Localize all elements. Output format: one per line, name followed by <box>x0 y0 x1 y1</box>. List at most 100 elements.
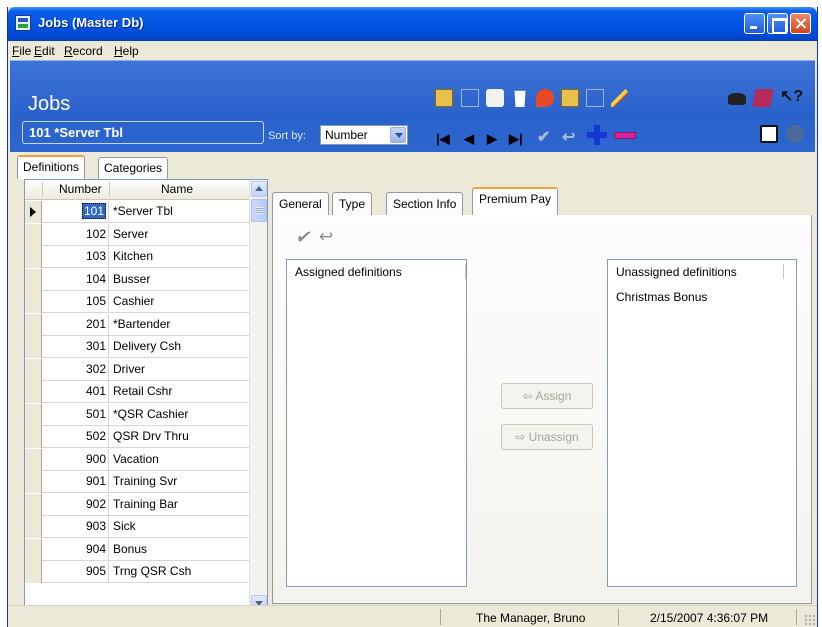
menu-file[interactable]: File <box>12 44 31 58</box>
cell-number[interactable]: 102 <box>43 223 109 246</box>
table-row[interactable]: 501 *QSR Cashier <box>25 403 249 426</box>
copy-record-icon[interactable] <box>461 89 479 107</box>
screen-icon[interactable] <box>760 125 778 143</box>
row-selector[interactable] <box>25 426 42 448</box>
app-icon[interactable] <box>15 15 31 31</box>
cell-number[interactable]: 501 <box>43 403 109 426</box>
previous-record-icon[interactable]: ◀ <box>464 131 474 147</box>
maximize-button[interactable] <box>767 13 788 34</box>
cell-name[interactable]: Busser <box>113 272 150 286</box>
row-selector[interactable] <box>25 538 42 561</box>
unassign-button[interactable]: ⇨ Unassign <box>501 424 593 450</box>
binoculars-icon[interactable] <box>728 93 746 105</box>
cell-number[interactable]: 903 <box>43 516 109 538</box>
undo-icon[interactable]: ↩ <box>319 227 333 247</box>
cell-name[interactable]: *Server Tbl <box>113 204 173 218</box>
next-record-icon[interactable]: ▶ <box>487 131 497 147</box>
cell-number[interactable]: 904 <box>43 538 109 561</box>
tab-premium-pay[interactable]: Premium Pay <box>472 187 559 216</box>
tab-categories[interactable]: Categories <box>98 157 169 179</box>
row-selector[interactable] <box>25 471 42 493</box>
cell-number[interactable]: 105 <box>43 291 109 313</box>
table-row[interactable]: 201 *Bartender <box>25 313 249 336</box>
row-selector[interactable] <box>25 448 42 471</box>
table-row[interactable]: 502 QSR Drv Thru <box>25 426 249 448</box>
cell-number[interactable]: 302 <box>43 358 109 381</box>
row-selector[interactable] <box>25 493 42 516</box>
cell-name[interactable]: Sick <box>113 519 136 533</box>
row-selector[interactable] <box>25 201 42 223</box>
row-selector[interactable] <box>25 336 42 358</box>
cell-name[interactable]: Server <box>113 227 148 241</box>
sort-select[interactable]: Number <box>320 125 408 145</box>
resize-grip[interactable] <box>804 614 815 625</box>
list-item[interactable]: Christmas Bonus <box>616 290 707 304</box>
cell-number[interactable]: 902 <box>43 493 109 516</box>
table-row[interactable]: 904 Bonus <box>25 538 249 561</box>
row-selector[interactable] <box>25 246 42 268</box>
delete-record-icon[interactable] <box>614 132 636 139</box>
book-icon[interactable] <box>752 89 774 107</box>
last-record-icon[interactable]: ▶| <box>509 131 523 147</box>
grid-scrollbar[interactable] <box>249 180 267 612</box>
cell-name[interactable]: *QSR Cashier <box>113 407 188 421</box>
assign-button[interactable]: ⇦ Assign <box>501 383 593 409</box>
cell-number[interactable]: 502 <box>43 426 109 448</box>
check-icon[interactable]: ✔ <box>537 127 550 147</box>
undo-icon[interactable]: ↩ <box>562 127 575 147</box>
document-disabled-icon[interactable] <box>586 89 604 107</box>
tab-definitions[interactable]: Definitions <box>17 155 86 179</box>
cell-name[interactable]: QSR Drv Thru <box>113 429 189 443</box>
menu-record[interactable]: Record <box>64 44 103 58</box>
row-selector[interactable] <box>25 358 42 381</box>
tab-type[interactable]: Type <box>332 192 373 216</box>
column-number[interactable]: Number <box>59 182 102 196</box>
cell-number[interactable]: 401 <box>43 381 109 403</box>
cell-name[interactable]: Bonus <box>113 542 147 556</box>
cell-name[interactable]: Vacation <box>113 452 159 466</box>
cell-name[interactable]: Kitchen <box>113 249 153 263</box>
row-selector[interactable] <box>25 268 42 291</box>
column-name[interactable]: Name <box>161 182 193 196</box>
cell-number[interactable]: 104 <box>43 268 109 291</box>
table-row[interactable]: 103 Kitchen <box>25 246 249 268</box>
help-pointer-icon[interactable]: ↖? <box>780 86 803 105</box>
chevron-down-icon[interactable] <box>390 127 406 143</box>
cell-number[interactable]: 900 <box>43 448 109 471</box>
menu-edit[interactable]: Edit <box>34 44 55 58</box>
row-selector[interactable] <box>25 381 42 403</box>
row-selector[interactable] <box>25 516 42 538</box>
table-row[interactable]: 401 Retail Cshr <box>25 381 249 403</box>
cell-name[interactable]: *Bartender <box>113 317 170 331</box>
row-selector[interactable] <box>25 403 42 426</box>
cell-number[interactable]: 301 <box>43 336 109 358</box>
row-selector[interactable] <box>25 291 42 313</box>
cell-number[interactable]: 103 <box>43 246 109 268</box>
menu-help[interactable]: Help <box>114 44 139 58</box>
trash-icon[interactable] <box>514 90 526 107</box>
tab-section-info[interactable]: Section Info <box>386 192 464 216</box>
table-row[interactable]: 105 Cashier <box>25 291 249 313</box>
cell-name[interactable]: Training Svr <box>113 474 177 488</box>
scroll-thumb[interactable] <box>251 199 267 222</box>
table-row[interactable]: 902 Training Bar <box>25 493 249 516</box>
table-row[interactable]: 301 Delivery Csh <box>25 336 249 358</box>
minimize-button[interactable] <box>744 13 765 34</box>
table-row[interactable]: 900 Vacation <box>25 448 249 471</box>
table-row[interactable]: 903 Sick <box>25 516 249 538</box>
people-icon[interactable] <box>786 125 804 143</box>
cell-name[interactable]: Driver <box>113 362 145 376</box>
cell-name[interactable]: Trng QSR Csh <box>113 564 191 578</box>
row-selector[interactable] <box>25 223 42 246</box>
close-button[interactable] <box>790 13 811 34</box>
cell-name[interactable]: Cashier <box>113 294 154 308</box>
confirm-icon[interactable]: ✔ <box>295 227 310 248</box>
stamp-icon[interactable] <box>486 89 504 107</box>
table-row[interactable]: 905 Trng QSR Csh <box>25 561 249 583</box>
table-row[interactable]: 101 *Server Tbl <box>25 201 249 223</box>
row-selector[interactable] <box>25 313 42 336</box>
pin-icon[interactable] <box>536 89 554 107</box>
cell-name[interactable]: Training Bar <box>113 497 178 511</box>
add-record-icon[interactable] <box>587 125 607 145</box>
unassigned-list[interactable]: Unassigned definitions Christmas Bonus <box>607 259 797 587</box>
